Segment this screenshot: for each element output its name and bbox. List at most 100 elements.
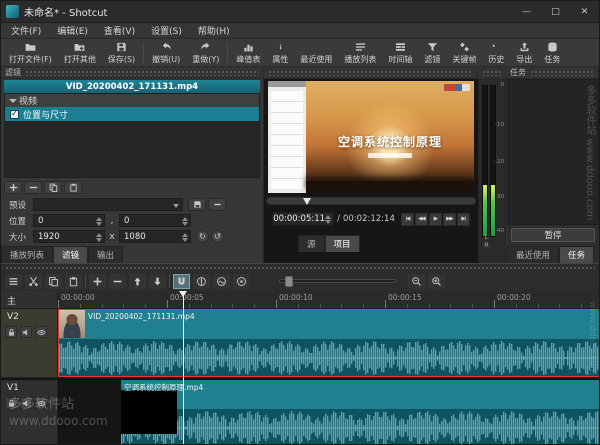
timeline-button[interactable]: 时间轴 [382, 40, 418, 66]
spinner-arrows[interactable] [182, 217, 188, 226]
filters-button[interactable]: 滤镜 [418, 40, 446, 66]
zoom-slider-handle[interactable] [285, 276, 293, 287]
menu-file[interactable]: 文件(F) [3, 22, 49, 39]
position-y-field[interactable]: 0 [119, 214, 191, 227]
play-button[interactable]: ▶ [429, 213, 442, 226]
spinner-arrows[interactable] [96, 217, 102, 226]
filters-dock-titlebar[interactable]: 滤镜 [1, 67, 264, 79]
spinner-arrows[interactable] [96, 233, 102, 242]
redo-button[interactable]: 重做(Y) [186, 40, 225, 66]
dock-drag-handle[interactable] [25, 70, 259, 76]
timeline-zoom-slider[interactable] [279, 279, 397, 283]
seek-bar[interactable] [266, 197, 476, 205]
filter-item-size-position[interactable]: ✓ 位置与尺寸 [5, 107, 259, 121]
menu-help[interactable]: 帮助(H) [190, 22, 238, 39]
overwrite-button[interactable] [149, 274, 166, 289]
tab-jobs[interactable]: 任务 [559, 246, 594, 263]
open-file-button[interactable]: 打开文件(F) [3, 40, 58, 66]
close-button[interactable]: ✕ [570, 1, 599, 22]
jobs-button[interactable]: 任务 [538, 40, 566, 66]
properties-button[interactable]: 属性 [266, 40, 294, 66]
preset-combobox[interactable] [33, 198, 183, 211]
spinner-arrows[interactable] [182, 233, 188, 242]
track-v1-mute-toggle[interactable] [20, 397, 32, 409]
copy-button[interactable] [45, 274, 62, 289]
playhead[interactable] [183, 291, 184, 445]
meter-dock-titlebar[interactable] [478, 67, 506, 79]
peak-meter-button[interactable]: 峰值表 [230, 40, 266, 66]
tab-source[interactable]: 源 [298, 235, 325, 252]
track-v2-header[interactable]: V2 [1, 309, 58, 378]
track-v1-lane[interactable]: 空调系统控制原理.mp4 [58, 380, 599, 445]
menu-edit[interactable]: 编辑(E) [49, 22, 96, 39]
track-v2-hide-toggle[interactable] [35, 326, 47, 338]
ripple-all-tracks-toggle[interactable] [233, 274, 250, 289]
clip-v2[interactable]: VID_20200402_171131.mp4 [58, 309, 600, 377]
filter-checkbox[interactable]: ✓ [10, 110, 19, 119]
playhead-marker[interactable] [179, 291, 187, 297]
timeline-menu-button[interactable] [5, 274, 22, 289]
current-position-field[interactable]: 00:00:05:11 [272, 212, 334, 226]
zoom-in-button[interactable] [428, 274, 445, 289]
export-button[interactable]: 导出 [510, 40, 538, 66]
remove-filter-button[interactable] [24, 181, 42, 194]
tab-project[interactable]: 项目 [325, 235, 360, 252]
append-button[interactable] [89, 274, 106, 289]
track-v1-lock-toggle[interactable] [5, 397, 17, 409]
zoom-out-button[interactable] [408, 274, 425, 289]
track-v2-lane[interactable]: VID_20200402_171131.mp4 [58, 309, 599, 378]
open-other-button[interactable]: 打开其他 [58, 40, 102, 66]
minimize-button[interactable]: — [512, 1, 541, 22]
track-v2-lock-toggle[interactable] [5, 326, 17, 338]
spinner-arrows[interactable] [325, 215, 331, 224]
dock-drag-handle[interactable] [268, 70, 473, 76]
jobs-list[interactable] [507, 79, 599, 225]
jobs-dock-titlebar[interactable]: 任务 [506, 67, 599, 79]
keyframes-button[interactable]: 关键帧 [446, 40, 482, 66]
history-button[interactable]: 历史 [482, 40, 510, 66]
seek-playhead[interactable] [303, 198, 311, 205]
maximize-button[interactable]: □ [541, 1, 570, 22]
tab-playlist[interactable]: 播放列表 [1, 246, 53, 263]
paste-button[interactable] [65, 274, 82, 289]
save-button[interactable]: 保存(S) [102, 40, 141, 66]
skip-to-start-button[interactable]: |◀ [401, 213, 414, 226]
paste-filter-button[interactable] [64, 181, 82, 194]
recent-button[interactable]: 最近使用 [294, 40, 338, 66]
lift-button[interactable] [129, 274, 146, 289]
cut-button[interactable] [25, 274, 42, 289]
refresh-size-button[interactable]: ↻ [196, 230, 209, 243]
add-filter-button[interactable] [4, 181, 22, 194]
timeline-ruler[interactable]: 00:00:00 00:00:05 00:00:10 00:00:15 00:0… [1, 291, 599, 309]
position-x-field[interactable]: 0 [33, 214, 105, 227]
menu-view[interactable]: 查看(V) [96, 22, 143, 39]
ripple-toggle[interactable] [213, 274, 230, 289]
tab-recent[interactable]: 最近使用 [507, 246, 559, 263]
clip-v1[interactable]: 空调系统控制原理.mp4 [121, 380, 600, 445]
skip-to-end-button[interactable]: ▶| [457, 213, 470, 226]
preview-dock-titlebar[interactable] [264, 67, 478, 79]
scrub-while-dragging-toggle[interactable] [193, 274, 210, 289]
delete-preset-button[interactable] [208, 198, 226, 211]
tab-filters[interactable]: 滤镜 [53, 246, 88, 263]
snap-toggle[interactable] [173, 274, 190, 289]
ripple-delete-button[interactable] [109, 274, 126, 289]
track-v1-header[interactable]: V1 [1, 380, 58, 445]
rewind-button[interactable]: ◀◀ [415, 213, 428, 226]
playlist-button[interactable]: 播放列表 [338, 40, 382, 66]
menu-settings[interactable]: 设置(S) [143, 22, 190, 39]
track-v2-mute-toggle[interactable] [20, 326, 32, 338]
reset-size-button[interactable]: ↺ [211, 230, 224, 243]
save-preset-button[interactable] [188, 198, 206, 211]
fast-forward-button[interactable]: ▶▶ [443, 213, 456, 226]
size-height-field[interactable]: 1080 [119, 230, 191, 243]
pause-jobs-button[interactable]: 暂停 [511, 228, 595, 242]
dock-drag-handle[interactable] [482, 70, 501, 76]
copy-filter-button[interactable] [44, 181, 62, 194]
undo-button[interactable]: 撤销(U) [146, 40, 186, 66]
tab-output[interactable]: 输出 [88, 246, 123, 263]
track-v1-hide-toggle[interactable] [35, 397, 47, 409]
filter-group-video[interactable]: 视频 [5, 94, 259, 107]
master-track-label[interactable]: 主 [7, 294, 16, 307]
size-width-field[interactable]: 1920 [33, 230, 105, 243]
